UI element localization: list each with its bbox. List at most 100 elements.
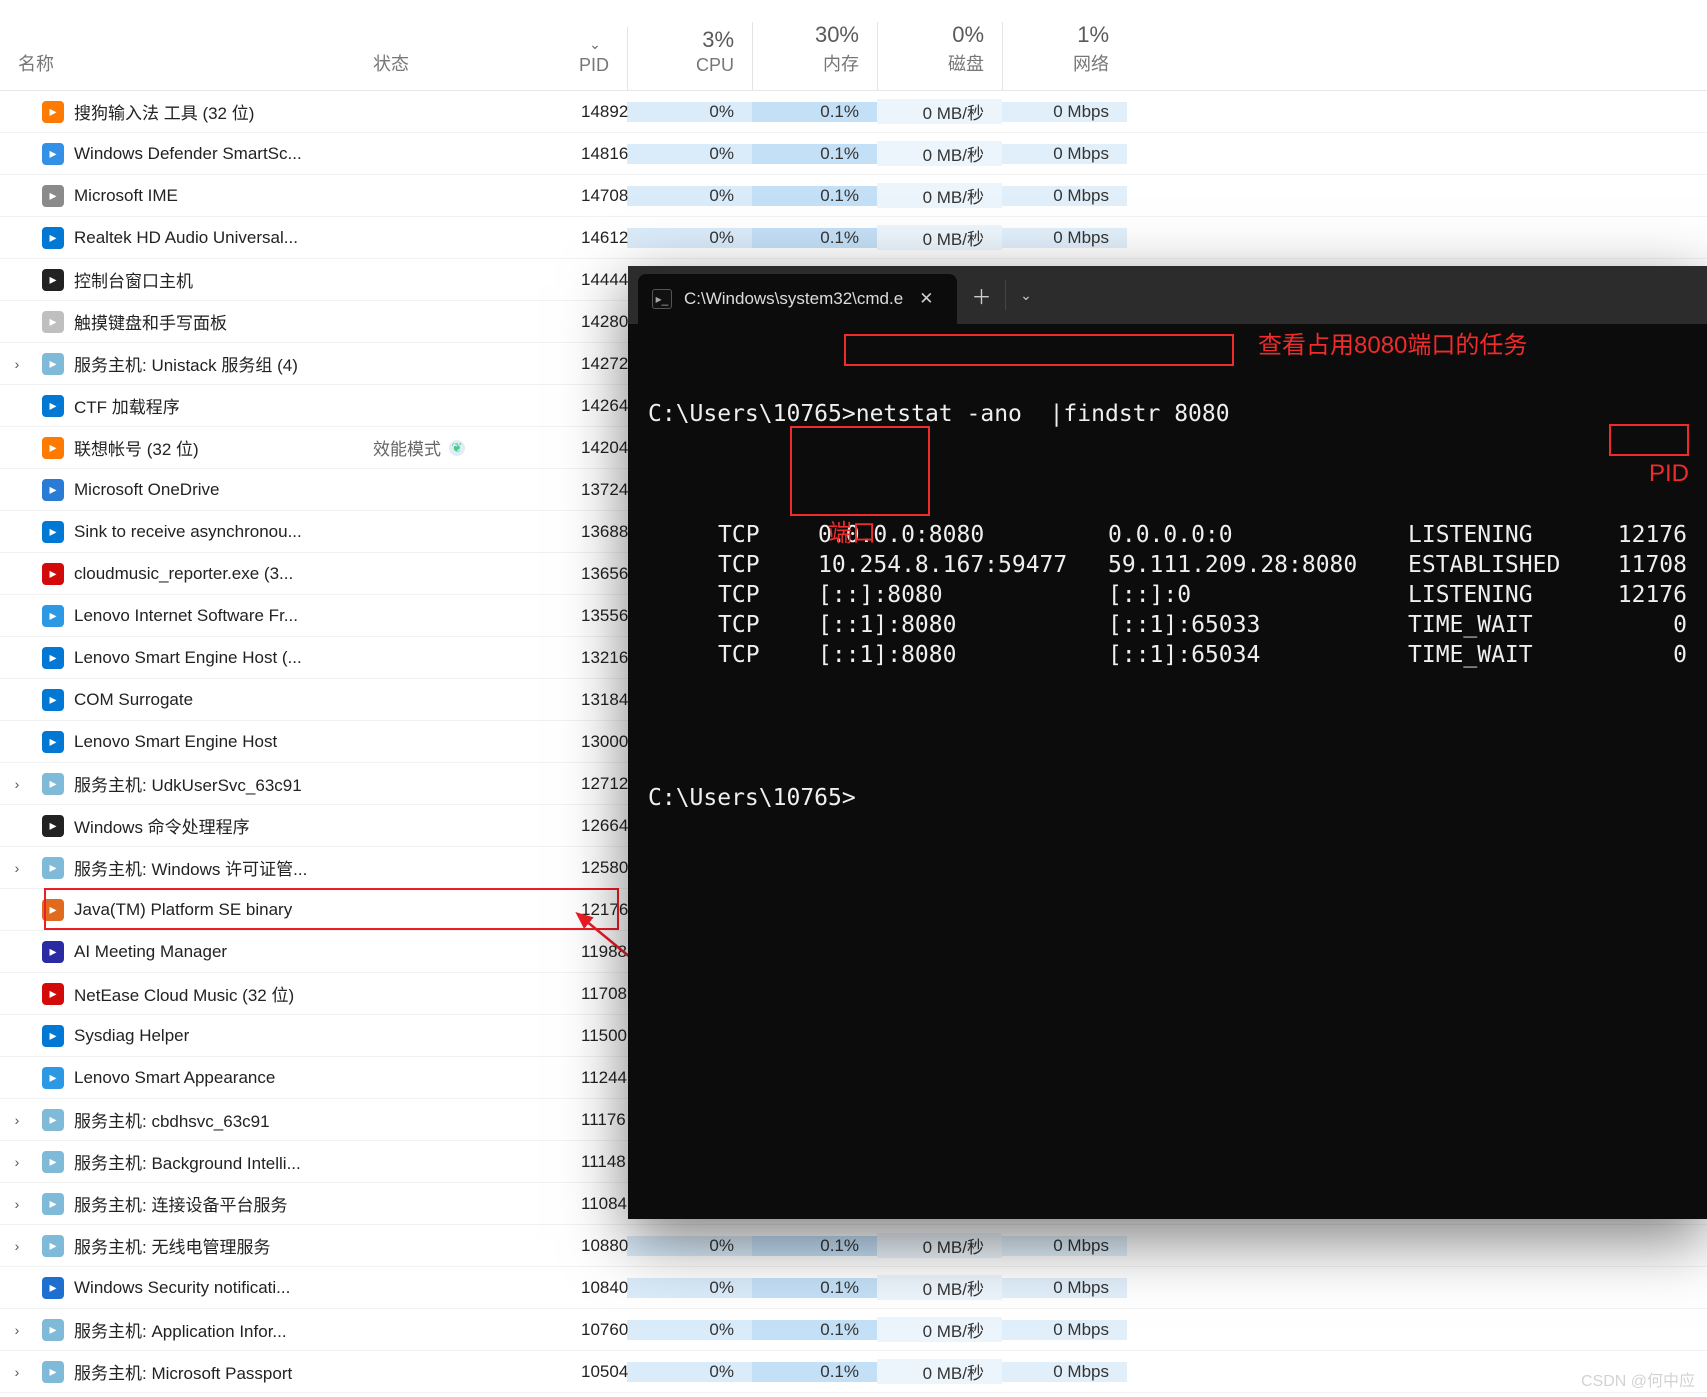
process-name-cell: ▸COM Surrogate xyxy=(34,689,355,711)
process-name-cell: ▸ 服务主机: 无线电管理服务 xyxy=(34,1233,355,1258)
netease-icon: ▸ xyxy=(42,983,64,1005)
netstat-local: [::1]:8080 xyxy=(818,611,1108,641)
column-cpu-header[interactable]: 3% CPU xyxy=(627,27,752,90)
process-name-cell: ▸Lenovo Smart Appearance xyxy=(34,1067,355,1089)
column-status-header[interactable]: 状态 xyxy=(355,50,563,90)
gear-icon: ▸ xyxy=(42,1235,64,1257)
process-name: 服务主机: 无线电管理服务 xyxy=(74,1233,270,1258)
audio-icon: ▸ xyxy=(42,227,64,249)
expand-chevron-icon[interactable]: › xyxy=(0,1364,34,1380)
music-icon: ▸ xyxy=(42,563,64,585)
process-net: 0 Mbps xyxy=(1002,1236,1127,1256)
sort-indicator-icon: ⌄ xyxy=(581,36,609,53)
sysdiag-icon: ▸ xyxy=(42,1025,64,1047)
process-net: 0 Mbps xyxy=(1002,102,1127,122)
netstat-state: LISTENING xyxy=(1408,581,1608,611)
table-row[interactable]: ▸Microsoft IME147080%0.1%0 MB/秒0 Mbps xyxy=(0,175,1707,217)
expand-chevron-icon[interactable]: › xyxy=(0,860,34,876)
process-pid: 10504 xyxy=(563,1362,627,1382)
annotation-box-command xyxy=(844,334,1234,366)
table-row[interactable]: ▸Windows Security notificati...108400%0.… xyxy=(0,1267,1707,1309)
cmd-prompt-path: C:\Users\10765> xyxy=(648,400,856,430)
cmd-prompt-line-2: C:\Users\10765> xyxy=(648,784,1687,814)
tab-close-icon[interactable]: ✕ xyxy=(915,289,937,309)
process-name-cell: ▸Microsoft IME xyxy=(34,185,355,207)
column-disk-label: 磁盘 xyxy=(948,50,984,76)
netstat-output: TCP0.0.0.0:80800.0.0.0:0LISTENING12176 TC… xyxy=(648,521,1687,670)
process-name-cell: ▸触摸键盘和手写面板 xyxy=(34,309,355,334)
process-pid: 10880 xyxy=(563,1236,627,1256)
cmd-prompt-path-2: C:\Users\10765> xyxy=(648,784,856,814)
process-name-cell: ▸服务主机: Unistack 服务组 (4) xyxy=(34,351,355,376)
netstat-pid: 11708 xyxy=(1608,551,1687,581)
process-name: 服务主机: Microsoft Passport xyxy=(74,1359,292,1384)
process-name-cell: ▸Windows 命令处理程序 xyxy=(34,813,355,838)
cmd-tab[interactable]: ▸_ C:\Windows\system32\cmd.e ✕ xyxy=(638,274,957,324)
netstat-proto: TCP xyxy=(718,611,818,641)
process-name-cell: ▸Sink to receive asynchronou... xyxy=(34,521,355,543)
com-icon: ▸ xyxy=(42,689,64,711)
process-pid: 14708 xyxy=(563,186,627,206)
process-net: 0 Mbps xyxy=(1002,1362,1127,1382)
process-pid: 12176 xyxy=(563,900,627,920)
column-mem-header[interactable]: 30% 内存 xyxy=(752,22,877,90)
table-row[interactable]: ›▸服务主机: Microsoft Passport105040%0.1%0 M… xyxy=(0,1351,1707,1393)
process-pid: 11084 xyxy=(563,1194,627,1214)
process-pid: 12712 xyxy=(563,774,627,794)
netstat-remote: 59.111.209.28:8080 xyxy=(1108,551,1408,581)
process-cpu: 0% xyxy=(627,1236,752,1256)
process-name: Sink to receive asynchronou... xyxy=(74,522,302,542)
globe-icon: ▸ xyxy=(42,605,64,627)
process-name: Realtek HD Audio Universal... xyxy=(74,228,298,248)
column-pid-header[interactable]: ⌄ PID xyxy=(563,36,627,90)
table-row[interactable]: ›▸服务主机: Application Infor...107600%0.1%0… xyxy=(0,1309,1707,1351)
column-name-header[interactable]: 名称 xyxy=(0,50,355,90)
process-name: Windows Defender SmartSc... xyxy=(74,144,302,164)
netstat-pid: 12176 xyxy=(1608,521,1687,551)
column-status-label: 状态 xyxy=(373,50,409,76)
expand-chevron-icon[interactable]: › xyxy=(0,1196,34,1212)
expand-chevron-icon[interactable]: › xyxy=(0,1238,34,1254)
process-name-cell: ▸服务主机: Microsoft Passport xyxy=(34,1359,355,1384)
process-pid: 13688 xyxy=(563,522,627,542)
column-disk-header[interactable]: 0% 磁盘 xyxy=(877,22,1002,90)
terminal-icon: ▸_ xyxy=(652,289,672,309)
expand-chevron-icon[interactable]: › xyxy=(0,1322,34,1338)
expand-chevron-icon[interactable]: › xyxy=(0,776,34,792)
netstat-row: TCP0.0.0.0:80800.0.0.0:0LISTENING12176 xyxy=(648,521,1687,551)
netstat-proto: TCP xyxy=(718,581,818,611)
process-pid: 10760 xyxy=(563,1320,627,1340)
process-disk: 0 MB/秒 xyxy=(877,225,1002,250)
process-mem: 0.1% xyxy=(752,102,877,122)
table-row[interactable]: ▸Windows Defender SmartSc...148160%0.1%0… xyxy=(0,133,1707,175)
table-row[interactable]: ▸Realtek HD Audio Universal...146120%0.1… xyxy=(0,217,1707,259)
ime-icon: ▸ xyxy=(42,185,64,207)
cmd-body[interactable]: C:\Users\10765>netstat -ano |findstr 808… xyxy=(628,324,1707,1219)
process-name: 服务主机: Application Infor... xyxy=(74,1317,287,1342)
column-net-header[interactable]: 1% 网络 xyxy=(1002,22,1127,90)
process-pid: 11500 xyxy=(563,1026,627,1046)
table-row[interactable]: ▸搜狗输入法 工具 (32 位)148920%0.1%0 MB/秒0 Mbps xyxy=(0,91,1707,133)
process-name-cell: ▸Lenovo Smart Engine Host xyxy=(34,731,355,753)
process-pid: 14892 xyxy=(563,102,627,122)
cmd-command: netstat -ano |findstr 8080 xyxy=(856,400,1230,430)
cmd-window[interactable]: ▸_ C:\Windows\system32\cmd.e ✕ ＋ ⌄ C:\Us… xyxy=(628,266,1707,1219)
process-mem: 0.1% xyxy=(752,186,877,206)
table-row[interactable]: ›▸服务主机: 无线电管理服务108800%0.1%0 MB/秒0 Mbps xyxy=(0,1225,1707,1267)
tab-dropdown-icon[interactable]: ⌄ xyxy=(1005,280,1045,310)
process-name-cell: ▸Windows Security notificati... xyxy=(34,1277,355,1299)
process-name-cell: ▸服务主机: cbdhsvc_63c91 xyxy=(34,1107,355,1132)
task-manager-header: 名称 状态 ⌄ PID 3% CPU 30% 内存 0% 磁盘 1% 网络 xyxy=(0,0,1707,91)
expand-chevron-icon[interactable]: › xyxy=(0,1112,34,1128)
netstat-state: TIME_WAIT xyxy=(1408,611,1608,641)
netstat-state: ESTABLISHED xyxy=(1408,551,1608,581)
gear-icon: ▸ xyxy=(42,353,64,375)
netstat-local: [::]:8080 xyxy=(818,581,1108,611)
new-tab-button[interactable]: ＋ xyxy=(957,266,1005,324)
process-cpu: 0% xyxy=(627,228,752,248)
expand-chevron-icon[interactable]: › xyxy=(0,356,34,372)
cmd-titlebar[interactable]: ▸_ C:\Windows\system32\cmd.e ✕ ＋ ⌄ xyxy=(628,266,1707,324)
expand-chevron-icon[interactable]: › xyxy=(0,1154,34,1170)
process-name-cell: ▸联想帐号 (32 位) xyxy=(34,435,355,460)
netstat-pid: 0 xyxy=(1608,611,1687,641)
